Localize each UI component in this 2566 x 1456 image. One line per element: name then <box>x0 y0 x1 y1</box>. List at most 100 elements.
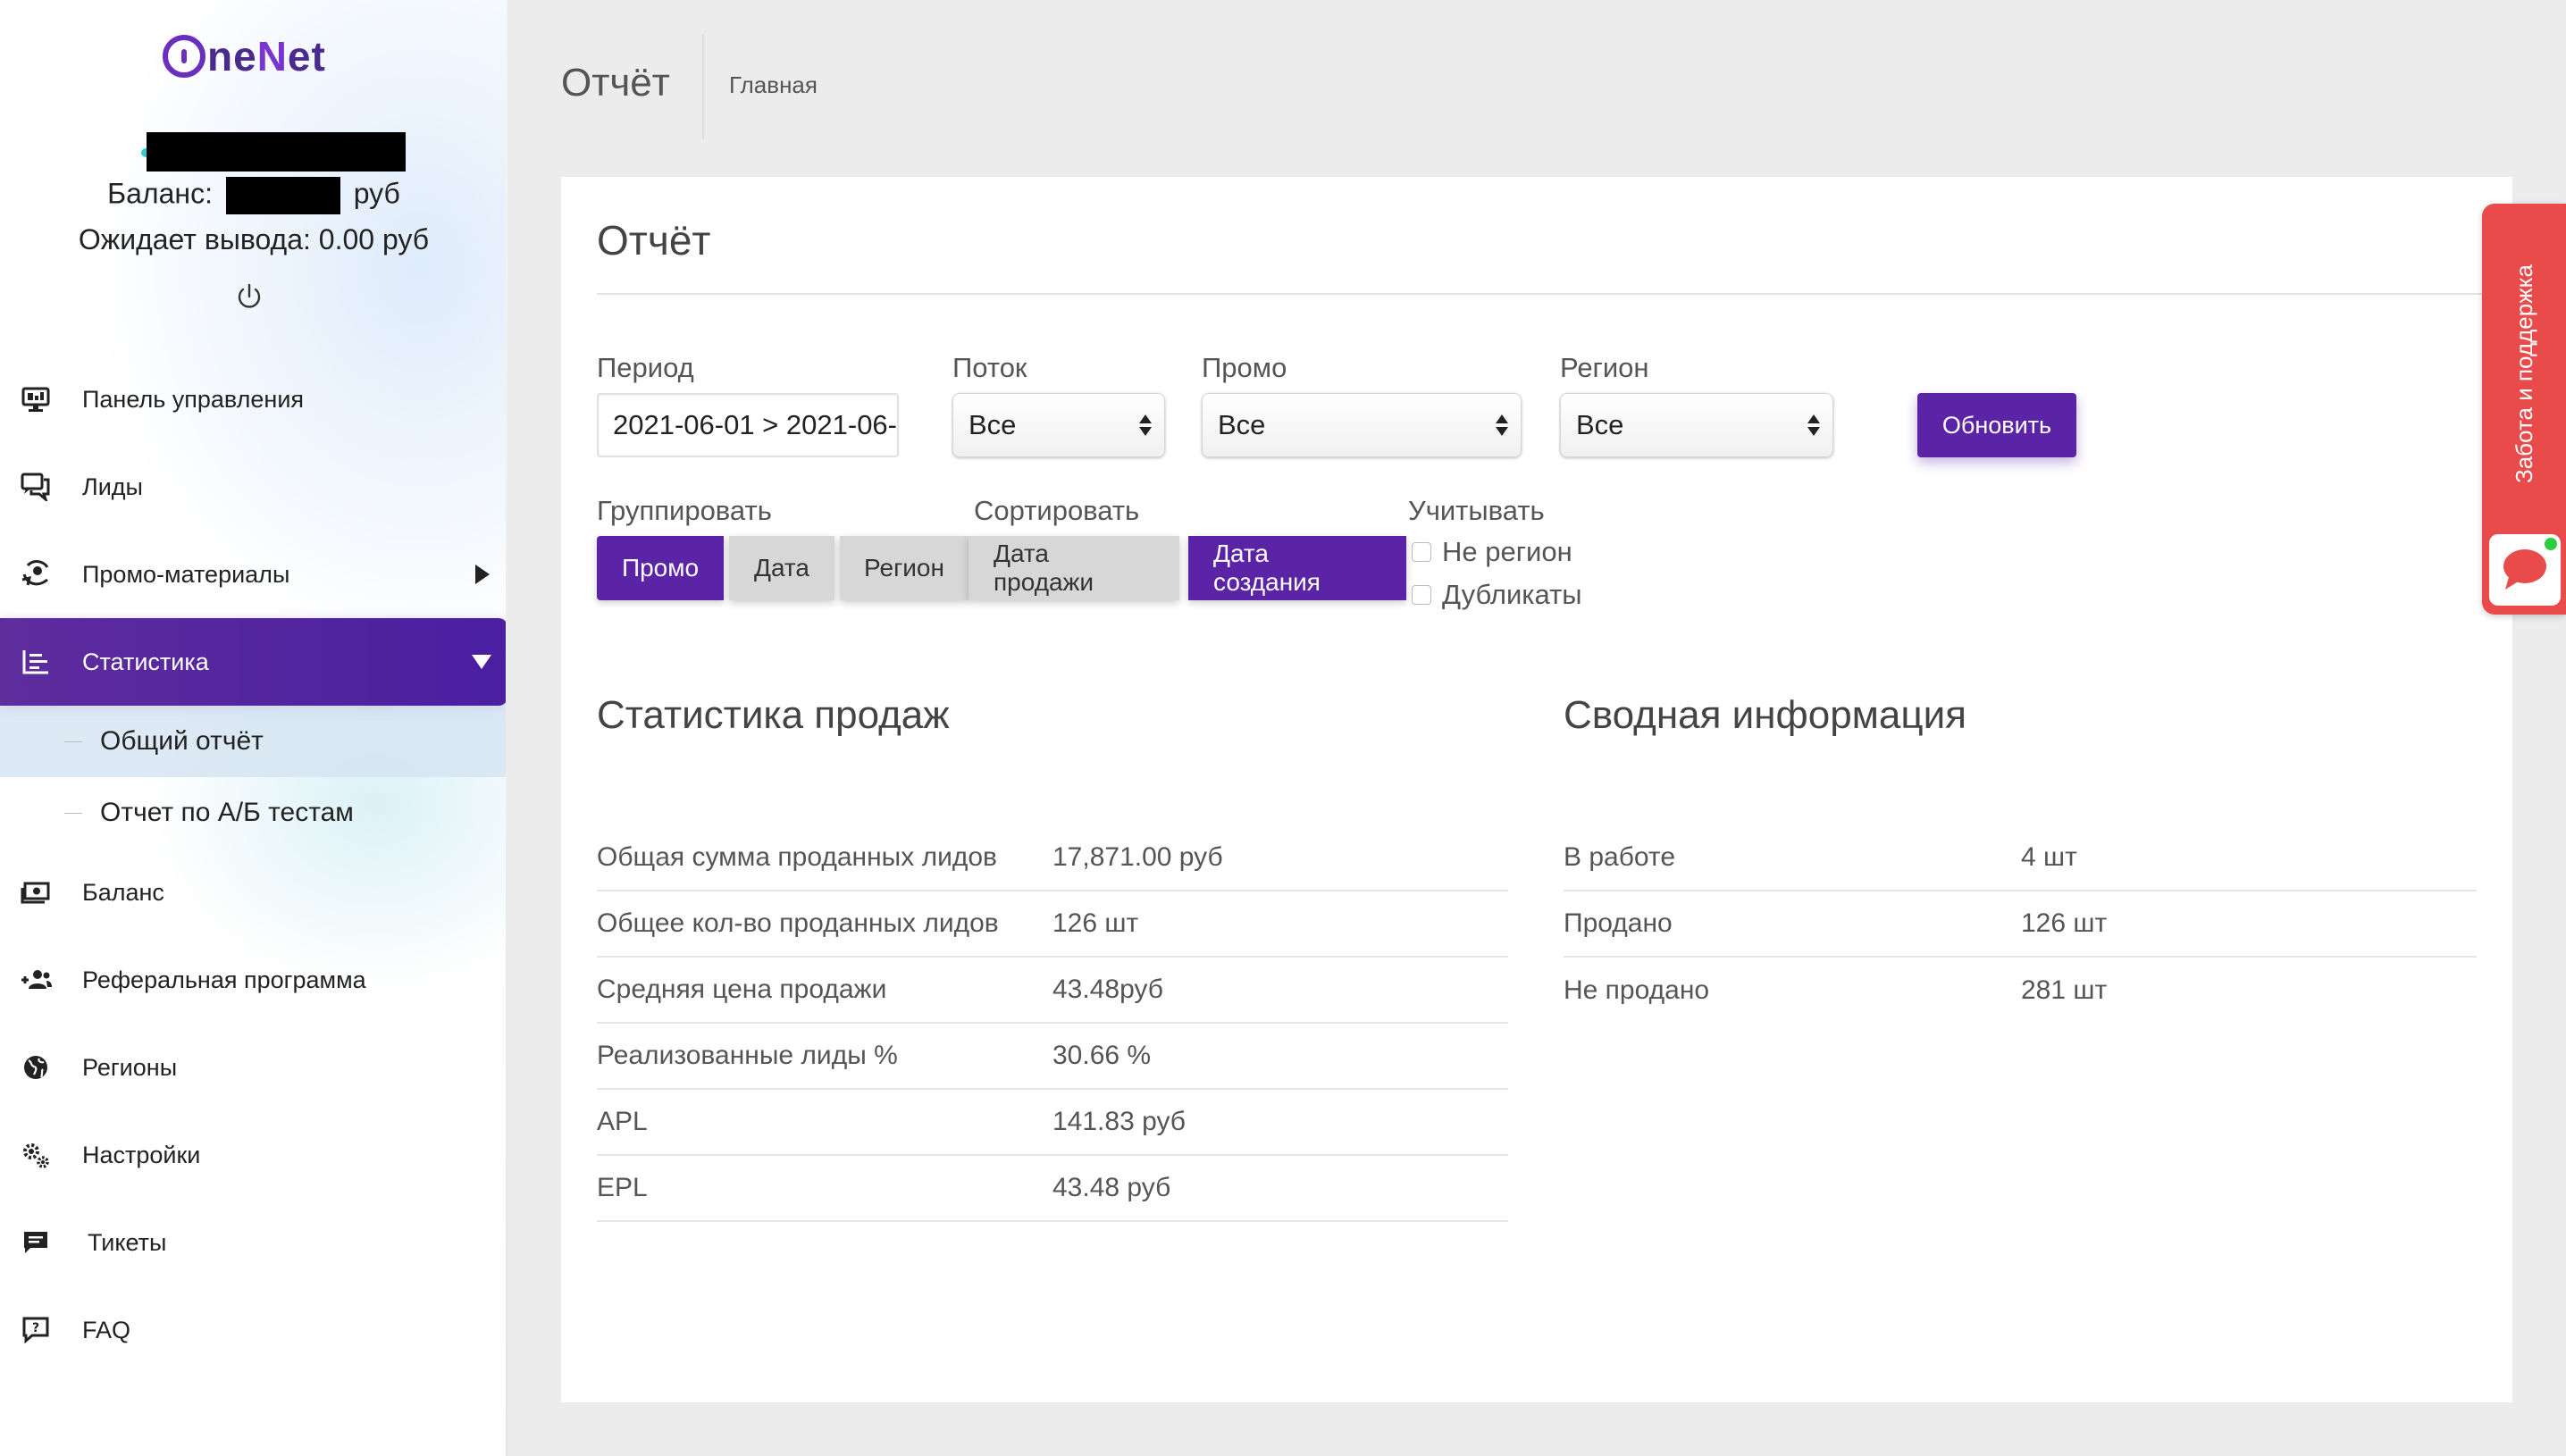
table-row: Средняя цена продажи 43.48руб <box>597 958 1508 1024</box>
balance-line: Баланс: руб <box>0 177 507 214</box>
sidebar-subitem-general-report[interactable]: Общий отчёт <box>0 706 507 777</box>
title-divider <box>702 34 704 139</box>
sidebar-item-tickets[interactable]: Тикеты <box>0 1199 507 1286</box>
sidebar-item-statistics[interactable]: Статистика <box>0 618 507 706</box>
report-title: Отчёт <box>597 217 711 264</box>
table-row: Общая сумма проданных лидов 17,871.00 руб <box>597 825 1508 891</box>
logo-text-ne: ne <box>207 33 257 79</box>
sidebar-item-referral[interactable]: Реферальная программа <box>0 936 507 1024</box>
summary-title: Сводная информация <box>1564 693 1966 737</box>
update-button[interactable]: Обновить <box>1917 393 2076 457</box>
region-select-value: Все <box>1576 409 1624 440</box>
period-input[interactable]: 2021-06-01 > 2021-06-30 <box>597 393 899 457</box>
balance-label: Баланс: <box>107 177 213 210</box>
table-row: APL 141.83 руб <box>597 1090 1508 1156</box>
sidebar-item-dashboard[interactable]: Панель управления <box>0 356 507 443</box>
page-title: Отчёт <box>561 61 670 105</box>
online-status-dot <box>2545 538 2557 550</box>
sidebar-item-balance[interactable]: Баланс <box>0 849 507 936</box>
breadcrumb-home[interactable]: Главная <box>729 71 818 99</box>
sidebar-item-faq[interactable]: ? FAQ <box>0 1286 507 1374</box>
pending-withdrawal: Ожидает вывода: 0.00 руб <box>78 223 430 255</box>
gear-icon <box>20 1139 52 1171</box>
stream-select[interactable]: Все <box>952 393 1165 457</box>
sidebar-item-label: Тикеты <box>88 1228 167 1256</box>
promo-icon <box>20 558 52 590</box>
checkbox-box[interactable] <box>1412 585 1431 605</box>
table-row: Реализованные лиды % 30.66 % <box>597 1024 1508 1090</box>
promo-select[interactable]: Все <box>1202 393 1522 457</box>
period-label: Период <box>597 352 694 383</box>
support-widget[interactable]: Забота и поддержка <box>2482 204 2566 615</box>
sidebar-item-settings[interactable]: Настройки <box>0 1111 507 1199</box>
stat-value: 43.48 руб <box>1052 1173 1171 1202</box>
checkbox-not-region[interactable]: Не регион <box>1412 536 1572 568</box>
sort-sale-date-button[interactable]: Дата продажи <box>969 536 1179 600</box>
power-logo-icon <box>163 35 205 78</box>
monitor-icon <box>20 383 52 415</box>
table-row: В работе 4 шт <box>1564 825 2477 891</box>
summary-value: 4 шт <box>2021 842 2077 872</box>
group-region-button[interactable]: Регион <box>840 536 969 600</box>
summary-key: Не продано <box>1564 975 1710 1005</box>
table-row: EPL 43.48 руб <box>597 1156 1508 1222</box>
group-date-button[interactable]: Дата <box>729 536 834 600</box>
promo-label: Промо <box>1202 352 1287 383</box>
topbar: Отчёт Главная <box>507 0 2566 170</box>
sidebar-nav: Панель управления Лиды Промо-материалы С… <box>0 356 507 1374</box>
collapse-arrow-icon <box>472 655 491 669</box>
table-row: Общее кол-во проданных лидов 126 шт <box>597 891 1508 958</box>
summary-key: Продано <box>1564 908 1673 938</box>
sidebar-subitem-ab-report[interactable]: Отчет по А/Б тестам <box>0 777 507 849</box>
stat-key: Средняя цена продажи <box>597 975 887 1004</box>
table-row: Не продано 281 шт <box>1564 958 2477 1024</box>
report-card: Отчёт Период 2021-06-01 > 2021-06-30 Пот… <box>561 177 2512 1402</box>
sidebar-item-label: Регионы <box>82 1053 178 1081</box>
stat-value: 43.48руб <box>1052 975 1163 1004</box>
stat-key: EPL <box>597 1173 648 1202</box>
group-promo-button[interactable]: Промо <box>597 536 724 600</box>
stat-key: Реализованные лиды % <box>597 1041 898 1070</box>
logout-power-icon[interactable] <box>234 282 264 313</box>
promo-select-value: Все <box>1218 409 1266 440</box>
users-icon <box>20 964 52 996</box>
sidebar-item-label: Настройки <box>82 1141 201 1168</box>
sales-stats-title: Статистика продаж <box>597 693 950 737</box>
logo-text-n: N <box>256 33 288 79</box>
checkbox-duplicates[interactable]: Дубликаты <box>1412 579 1582 611</box>
sidebar-item-label: Реферальная программа <box>82 966 366 993</box>
chat-bubble-icon <box>2503 549 2546 590</box>
stat-value: 126 шт <box>1052 908 1139 938</box>
checkbox-label: Дубликаты <box>1442 579 1582 610</box>
chat-icon <box>20 471 52 503</box>
message-icon <box>20 1226 52 1259</box>
support-chat-button[interactable] <box>2489 534 2561 606</box>
sidebar-item-leads[interactable]: Лиды <box>0 443 507 531</box>
money-icon <box>20 876 52 908</box>
sidebar-item-label: Промо-материалы <box>82 560 290 588</box>
sidebar-item-label: Панель управления <box>82 385 305 413</box>
sidebar-item-label: Баланс <box>82 878 164 906</box>
checkbox-box[interactable] <box>1412 542 1431 562</box>
summary-key: В работе <box>1564 842 1676 872</box>
sales-stats-table: Общая сумма проданных лидов 17,871.00 руб… <box>597 825 1508 1222</box>
select-arrows-icon <box>1495 411 1509 439</box>
sidebar-item-promo[interactable]: Промо-материалы <box>0 531 507 618</box>
username-redacted <box>147 132 406 172</box>
logo-text-et: et <box>287 33 326 79</box>
summary-value: 126 шт <box>2021 908 2108 938</box>
sidebar-item-regions[interactable]: Регионы <box>0 1024 507 1111</box>
help-icon: ? <box>20 1314 52 1346</box>
support-label: Забота и поддержка <box>2511 264 2538 483</box>
select-arrows-icon <box>1807 411 1821 439</box>
sort-created-date-button[interactable]: Дата создания <box>1188 536 1406 600</box>
table-row: Продано 126 шт <box>1564 891 2477 958</box>
divider <box>597 293 2503 295</box>
sidebar-item-label: Статистика <box>82 648 209 675</box>
region-select[interactable]: Все <box>1560 393 1833 457</box>
onenet-logo[interactable]: ne Net <box>163 32 326 80</box>
expand-arrow-icon <box>475 565 490 584</box>
globe-icon <box>20 1051 52 1084</box>
checkbox-label: Не регион <box>1442 536 1572 567</box>
stat-value: 17,871.00 руб <box>1052 842 1223 872</box>
